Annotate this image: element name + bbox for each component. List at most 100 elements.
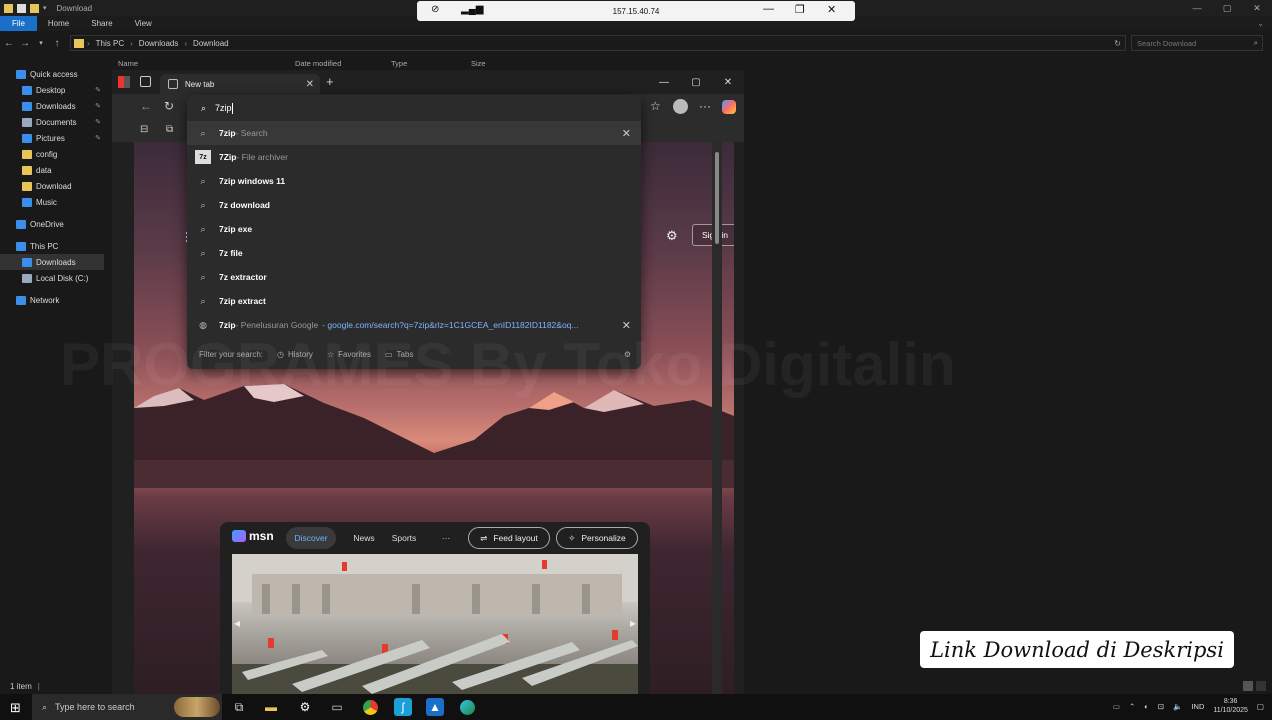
column-size[interactable]: Size (471, 59, 486, 68)
tab-home[interactable]: Home (37, 16, 80, 31)
suggestion-item[interactable]: ⌕ 7zip extract (187, 289, 641, 313)
news-photo[interactable]: ◂ ▸ (232, 554, 638, 696)
properties-icon[interactable] (17, 3, 26, 13)
more-menu-icon[interactable]: ··· (699, 99, 711, 113)
maximize-button[interactable]: ▢ (680, 72, 712, 92)
breadcrumb-downloads[interactable]: Downloads (139, 39, 179, 48)
app-tray-icon[interactable]: ◐ (1144, 702, 1149, 711)
tab-sports[interactable]: Sports (386, 527, 422, 549)
recent-dropdown-icon[interactable]: ▾ (34, 39, 48, 47)
nav-item[interactable]: Network (0, 292, 104, 308)
settings-gear-icon[interactable]: ⚙ (666, 228, 678, 244)
nav-item[interactable]: config (0, 146, 104, 162)
tab-new-tab[interactable]: New tab ✕ (160, 74, 320, 94)
minimize-button[interactable]: — (1182, 0, 1212, 16)
screenshot-icon[interactable]: ⧉ (166, 124, 173, 135)
minimize-button[interactable]: — (648, 72, 680, 92)
settings-gear-icon[interactable]: ⚙ (624, 350, 631, 359)
suggestion-item[interactable]: ⌕ 7z download (187, 193, 641, 217)
new-folder-icon[interactable] (30, 3, 39, 13)
nav-item[interactable]: Local Disk (C:) (0, 270, 104, 286)
breadcrumb-this-pc[interactable]: This PC (96, 39, 124, 48)
feed-layout-button[interactable]: ⇌ Feed layout (468, 527, 550, 549)
breadcrumb-download[interactable]: Download (193, 39, 229, 48)
refresh-button[interactable]: ↻ (164, 99, 174, 113)
large-icons-view-icon[interactable] (1256, 681, 1266, 691)
nav-item[interactable]: Download (0, 178, 104, 194)
copilot-icon[interactable] (722, 100, 736, 114)
suggestion-item[interactable]: ⌕ 7zip - Search ✕ (187, 121, 641, 145)
suggestion-item[interactable]: ⌕ 7z extractor (187, 265, 641, 289)
suggestion-item[interactable]: ⌕ 7zip exe (187, 217, 641, 241)
workspaces-icon[interactable] (118, 76, 130, 88)
details-view-icon[interactable] (1243, 681, 1253, 691)
nav-item[interactable]: Music (0, 194, 104, 210)
chevron-down-icon[interactable]: ▾ (43, 4, 47, 12)
suggestion-item[interactable]: ◍ 7zip - Penelusuran Google - google.com/… (187, 313, 641, 337)
carousel-prev-icon[interactable]: ◂ (234, 616, 240, 630)
msn-logo[interactable]: msn (232, 529, 274, 543)
expand-ribbon-icon[interactable]: ⌄ (1257, 19, 1264, 28)
back-button[interactable]: ← (2, 38, 16, 49)
app-icon[interactable]: ▭ (328, 698, 346, 716)
address-input[interactable]: ⌕ 7zip (187, 95, 641, 121)
nav-item[interactable]: This PC (0, 238, 104, 254)
column-type[interactable]: Type (391, 59, 407, 68)
remove-suggestion-icon[interactable]: ✕ (622, 319, 631, 332)
chrome-icon[interactable] (361, 698, 379, 716)
taskbar-search[interactable]: ⌕ Type here to search (32, 694, 222, 720)
language-indicator[interactable]: IND (1191, 702, 1204, 711)
nav-item[interactable]: Documents ✎ (0, 114, 104, 130)
collections-icon[interactable]: ⊟ (140, 124, 148, 135)
favorite-star-icon[interactable]: ☆ (650, 99, 661, 113)
column-date-modified[interactable]: Date modified (295, 59, 341, 68)
clock[interactable]: 8:36 11/10/2025 (1213, 697, 1248, 715)
search-input[interactable]: Search Download ⌕ (1131, 35, 1263, 51)
nav-item[interactable]: Downloads ✎ (0, 98, 104, 114)
app-blue-icon[interactable]: ▲ (426, 698, 444, 716)
tab-share[interactable]: Share (80, 16, 123, 31)
file-explorer-icon[interactable]: ▬ (262, 698, 280, 716)
filter-tabs[interactable]: ▭ Tabs (385, 350, 413, 359)
filter-history[interactable]: ◷ History (277, 350, 313, 359)
personalize-button[interactable]: ✧ Personalize (556, 527, 638, 549)
column-name[interactable]: Name (118, 59, 138, 68)
nav-item[interactable]: Quick access (0, 66, 104, 82)
suggestion-item[interactable]: ⌕ 7zip windows 11 (187, 169, 641, 193)
volume-icon[interactable]: 🔈 (1173, 702, 1182, 711)
page-scrollbar[interactable] (712, 142, 722, 696)
minimize-button[interactable]: — (763, 3, 774, 15)
show-hidden-icons[interactable]: ⌃ (1129, 702, 1135, 711)
nav-item[interactable]: Downloads (0, 254, 104, 270)
suggestion-item[interactable]: ⌕ 7z file (187, 241, 641, 265)
close-button[interactable]: ✕ (1242, 0, 1272, 16)
task-view-icon[interactable]: ⧉ (230, 698, 248, 716)
back-button[interactable]: ← (140, 99, 152, 113)
notification-icon[interactable]: ▢ (1257, 702, 1264, 711)
app-s-icon[interactable]: ʃ (394, 698, 412, 716)
up-button[interactable]: ↑ (50, 38, 64, 49)
forward-button[interactable]: → (18, 38, 32, 49)
tab-actions-icon[interactable] (140, 76, 151, 87)
edge-icon[interactable] (458, 698, 476, 716)
tab-view[interactable]: View (124, 16, 163, 31)
suggestion-item[interactable]: 7z 7Zip - File archiver (187, 145, 641, 169)
tab-file[interactable]: File (0, 16, 37, 31)
nav-item[interactable]: Desktop ✎ (0, 82, 104, 98)
refresh-icon[interactable]: ↻ (1114, 39, 1121, 48)
filter-favorites[interactable]: ☆ Favorites (327, 350, 371, 359)
breadcrumb[interactable]: › This PC › Downloads › Download ↻ (70, 35, 1126, 51)
battery-icon[interactable]: ▭ (1113, 702, 1120, 711)
scrollbar-thumb[interactable] (715, 152, 719, 244)
settings-gear-icon[interactable]: ⚙ (296, 698, 314, 716)
network-icon[interactable]: ⊡ (1158, 702, 1164, 711)
nav-item[interactable]: OneDrive (0, 216, 104, 232)
close-tab-icon[interactable]: ✕ (306, 79, 314, 90)
nav-item[interactable]: data (0, 162, 104, 178)
maximize-button[interactable]: ▢ (1212, 0, 1242, 16)
windows-start-icon[interactable]: ⊞ (10, 700, 21, 716)
tab-news[interactable]: News (348, 527, 380, 549)
close-button[interactable]: ✕ (827, 3, 836, 16)
close-button[interactable]: ✕ (712, 72, 744, 92)
profile-avatar[interactable] (673, 99, 688, 114)
